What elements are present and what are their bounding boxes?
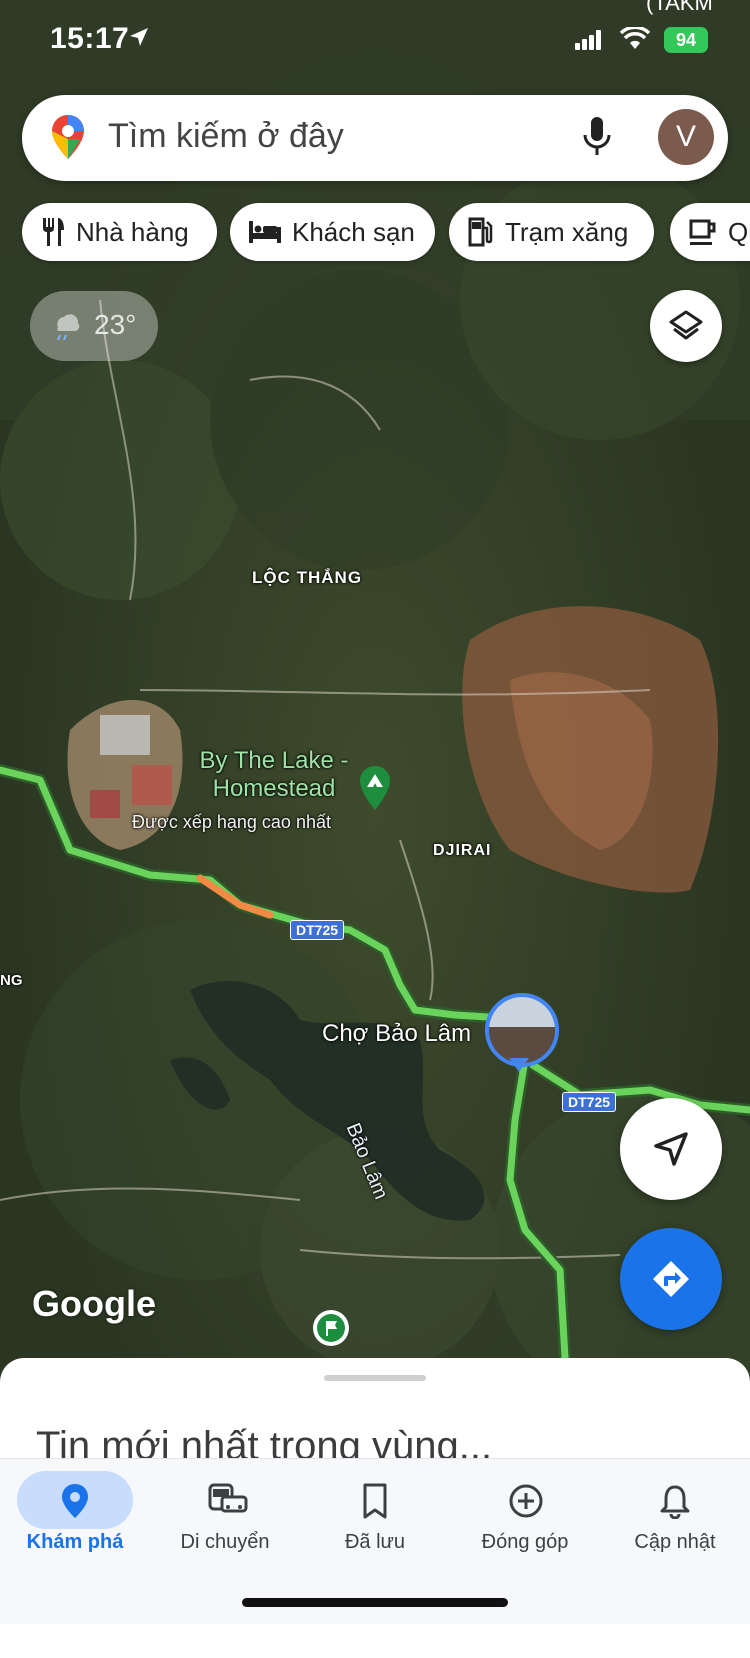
map-edge-label: (TAKM: [646, 0, 713, 15]
nav-tab-commute[interactable]: Di chuyển: [150, 1459, 300, 1569]
google-logo: Google: [32, 1283, 156, 1324]
search-input[interactable]: Tìm kiếm ở đây: [108, 117, 344, 156]
nav-tab-saved[interactable]: Đã lưu: [300, 1459, 450, 1569]
restaurant-icon: [43, 218, 64, 246]
poi-subtitle: Được xếp hạng cao nhất: [132, 812, 331, 832]
microphone-icon[interactable]: [582, 115, 612, 159]
weather-temperature: 23°: [94, 309, 137, 340]
layers-icon: [669, 310, 703, 340]
my-location-button[interactable]: [620, 1098, 722, 1200]
cellular-signal-icon: [575, 30, 601, 50]
nav-label: Đã lưu: [344, 1531, 406, 1553]
home-indicator[interactable]: [242, 1598, 508, 1607]
chip-label: Khách sạn: [292, 216, 415, 247]
rain-icon: [57, 314, 80, 341]
status-bar: (TAKM 15:17 94: [0, 0, 750, 80]
chip-label: Qu: [728, 216, 750, 247]
location-arrow-icon: [130, 28, 148, 46]
nav-label: Di chuyển: [180, 1531, 270, 1553]
weather-badge[interactable]: 23°: [30, 291, 158, 361]
hotel-icon: [249, 221, 281, 243]
coffee-icon: [689, 219, 716, 245]
google-maps-pin-icon: [52, 115, 84, 159]
battery-indicator: 94: [664, 27, 708, 53]
navigation-arrow-icon: [654, 1132, 688, 1166]
chip-restaurants[interactable]: Nhà hàng: [22, 203, 217, 261]
map-label-ng: NG: [0, 972, 23, 989]
map-layers-button[interactable]: [650, 290, 722, 362]
photo-pin-tip: [509, 1058, 529, 1072]
commute-icon: [208, 1483, 248, 1513]
flag-pin-icon[interactable]: [313, 1310, 349, 1346]
account-avatar[interactable]: V: [658, 109, 714, 165]
place-photo-pin[interactable]: [485, 993, 559, 1067]
map-label-djirai: DJIRAI: [433, 842, 492, 859]
chip-label: Nhà hàng: [76, 216, 189, 247]
search-bar[interactable]: Tìm kiếm ở đây V: [22, 95, 728, 181]
directions-button[interactable]: [620, 1228, 722, 1330]
bookmark-icon: [363, 1483, 387, 1519]
chip-coffee[interactable]: Qu: [670, 203, 750, 261]
explore-pin-icon: [62, 1484, 88, 1518]
map-label-loc-thang: LỘC THẮNG: [252, 568, 363, 587]
nav-tab-explore[interactable]: Khám phá: [0, 1459, 150, 1569]
poi-name[interactable]: By The Lake - Homestead: [194, 747, 354, 803]
add-circle-icon: [509, 1484, 543, 1518]
wifi-icon: [620, 27, 650, 49]
map-label-cho-bao-lam[interactable]: Chợ Bảo Lâm: [322, 1020, 471, 1048]
chip-hotels[interactable]: Khách sạn: [230, 203, 435, 261]
sheet-drag-handle[interactable]: [324, 1375, 426, 1381]
bell-icon: [660, 1485, 690, 1519]
poi-name-line1: By The Lake -: [199, 747, 349, 774]
gas-station-icon: [468, 217, 493, 247]
nav-label: Khám phá: [26, 1531, 124, 1553]
status-time: 15:17: [50, 22, 130, 55]
directions-icon: [653, 1261, 689, 1297]
nav-tab-updates[interactable]: Cập nhật: [600, 1459, 750, 1569]
nav-label: Đóng góp: [481, 1531, 569, 1553]
chip-gas-stations[interactable]: Trạm xăng: [449, 203, 654, 261]
nav-tab-contribute[interactable]: Đóng góp: [450, 1459, 600, 1569]
poi-name-line2: Homestead: [212, 775, 336, 802]
road-shield-dt725: DT725: [290, 920, 345, 940]
road-shield-dt725: DT725: [562, 1092, 617, 1112]
campground-pin-icon[interactable]: [358, 764, 392, 812]
chip-label: Trạm xăng: [505, 216, 629, 247]
nav-label: Cập nhật: [634, 1531, 716, 1553]
